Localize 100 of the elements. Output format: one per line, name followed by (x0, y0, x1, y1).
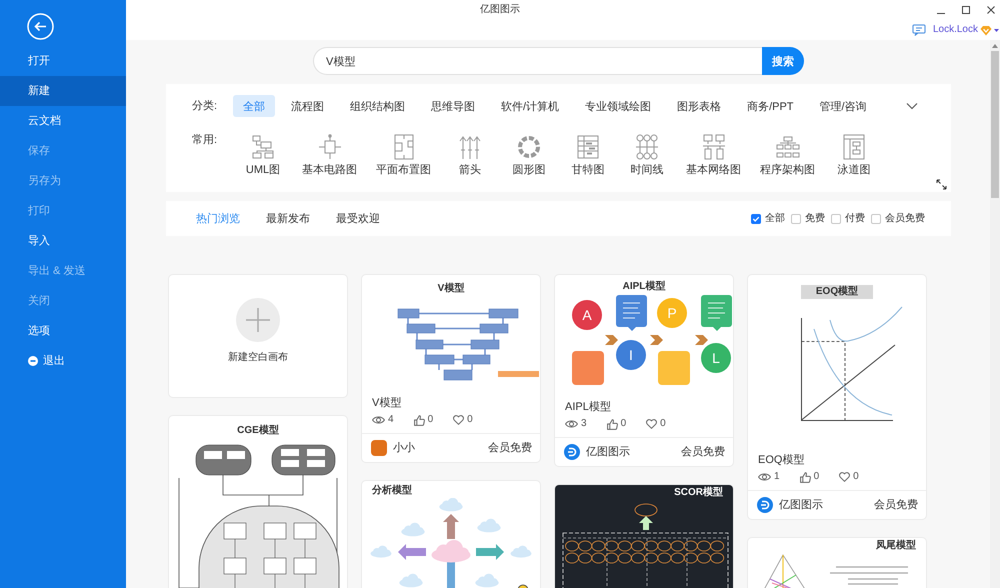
swimlane-icon (841, 133, 867, 161)
diagram-type-button[interactable]: 甘特图 (568, 133, 608, 177)
template-card[interactable]: EOQ模型 EOQ模型 1 0 0 亿图图示 会员免费 (748, 275, 926, 519)
checkbox-label: 全部 (765, 212, 785, 224)
category-label: 分类: (192, 99, 218, 113)
plus-icon (236, 298, 280, 342)
template-card[interactable]: CGE模型 (169, 416, 347, 588)
network-icon (700, 133, 726, 161)
tab[interactable]: 最受欢迎 (336, 212, 380, 226)
eye-icon (372, 415, 385, 425)
timeline-icon (634, 133, 660, 161)
speech-bubble (616, 295, 647, 331)
template-card[interactable]: 分析模型 (362, 481, 540, 588)
heart-icon (839, 472, 850, 482)
user-name[interactable]: Lock.Lock (932, 24, 978, 36)
menu-item[interactable]: 云文档 (0, 106, 126, 136)
minus-circle-icon (28, 356, 38, 366)
caret-icon[interactable] (994, 28, 999, 32)
checkbox[interactable] (831, 214, 841, 224)
menu-item[interactable]: 选项 (0, 316, 126, 346)
category-tab[interactable]: 商务/PPT (737, 95, 804, 117)
search-field[interactable]: V模型 (313, 47, 762, 75)
category-tab[interactable]: 专业领域绘图 (575, 95, 662, 117)
avatar-placeholder (371, 440, 387, 456)
price-label: 会员免费 (681, 445, 725, 459)
common-label: 常用: (192, 133, 218, 147)
window-title: 亿图图示 (480, 4, 520, 16)
diagram-type-button[interactable]: 程序架构图 (760, 133, 815, 177)
favorite-count: 0 (467, 413, 473, 427)
preview-title: EOQ模型 (800, 285, 874, 299)
diagram-type-button[interactable]: 泳道图 (834, 133, 874, 177)
diagram-type-button[interactable]: 时间线 (627, 133, 667, 177)
diagram-type-button[interactable]: 基本电路图 (302, 133, 357, 177)
favorite-count: 0 (853, 470, 859, 484)
rounded-block (572, 351, 604, 385)
diagram-type-button[interactable]: UML图 (243, 133, 283, 177)
tab[interactable]: 热门浏览 (196, 212, 240, 226)
eye-icon (758, 472, 771, 482)
template-card[interactable]: SCOR模型 (555, 485, 733, 588)
menu-item[interactable]: 退出 (0, 346, 126, 376)
diagram-type-button[interactable]: 圆形图 (509, 133, 549, 177)
checkbox-label: 会员免费 (885, 212, 925, 224)
like-count: 0 (620, 417, 626, 431)
scrollbar-thumb[interactable] (991, 51, 999, 198)
menu-item[interactable]: 打开 (0, 46, 126, 76)
checkbox-label: 付费 (845, 212, 865, 224)
preview-title: CGE模型 (237, 424, 279, 438)
template-card[interactable]: AIPL模型 A I P L AIPL模型 3 0 0 亿图图示 会员免费 (555, 275, 733, 466)
search-button[interactable]: 搜索 (762, 47, 804, 75)
preview-title: 凤尾模型 (876, 539, 916, 553)
price-label: 会员免费 (874, 498, 918, 512)
expand-icon[interactable] (936, 179, 947, 190)
diagram-type-button[interactable]: 箭头 (450, 133, 490, 177)
tab[interactable]: 最新发布 (266, 212, 310, 226)
view-count: 4 (388, 413, 394, 427)
chevron-arrow (650, 335, 663, 345)
category-tab[interactable]: 组织结构图 (340, 95, 415, 117)
template-card[interactable]: 凤尾模型 (748, 538, 926, 588)
letter-badge: A (572, 300, 602, 330)
letter-badge: P (657, 298, 687, 328)
checkbox[interactable] (871, 214, 881, 224)
template-title: V模型 (372, 396, 402, 411)
diagram-type-button[interactable]: 平面布置图 (376, 133, 431, 177)
new-blank-canvas-card[interactable]: 新建空白画布 (169, 275, 347, 397)
menu-item[interactable]: 导入 (0, 226, 126, 256)
checkbox[interactable] (751, 214, 761, 224)
thumbs-up-icon (606, 418, 618, 430)
author-name: 亿图图示 (586, 445, 630, 459)
thumbs-up-icon (414, 414, 425, 426)
category-tab[interactable]: 图形表格 (667, 95, 732, 117)
back-icon[interactable] (27, 13, 54, 40)
category-tab[interactable]: 软件/计算机 (491, 95, 570, 117)
category-tab[interactable]: 流程图 (281, 95, 334, 117)
menu-item[interactable]: 新建 (0, 76, 126, 106)
gantt-icon (575, 133, 601, 161)
template-title: EOQ模型 (758, 453, 804, 468)
chevron-down-icon[interactable] (906, 102, 918, 110)
preview-title: V模型 (438, 282, 464, 296)
checkbox[interactable] (791, 214, 801, 224)
diamond-icon (980, 24, 992, 36)
favorite-count: 0 (660, 417, 666, 431)
scroll-up-arrow-icon[interactable] (992, 44, 998, 48)
heart-icon (646, 419, 658, 429)
message-icon[interactable] (912, 24, 926, 36)
speech-bubble (701, 295, 732, 331)
chevron-arrow (605, 335, 618, 345)
circuit-icon (316, 133, 342, 161)
preview-title: AIPL模型 (622, 280, 666, 294)
diagram-type-button[interactable]: 基本网络图 (686, 133, 741, 177)
checkbox-label: 免费 (805, 212, 825, 224)
letter-badge: L (701, 343, 731, 373)
like-count: 0 (814, 470, 820, 484)
maximize-icon[interactable] (961, 5, 971, 15)
category-tab[interactable]: 管理/咨询 (810, 95, 877, 117)
letter-badge: I (616, 340, 646, 370)
author-name: 小小 (393, 441, 415, 455)
close-icon[interactable] (986, 5, 996, 15)
author-name: 亿图图示 (779, 498, 823, 512)
category-tab[interactable]: 思维导图 (421, 95, 485, 117)
template-card[interactable]: V模型 V模型 4 0 0 小小 会员免费 (362, 275, 540, 462)
